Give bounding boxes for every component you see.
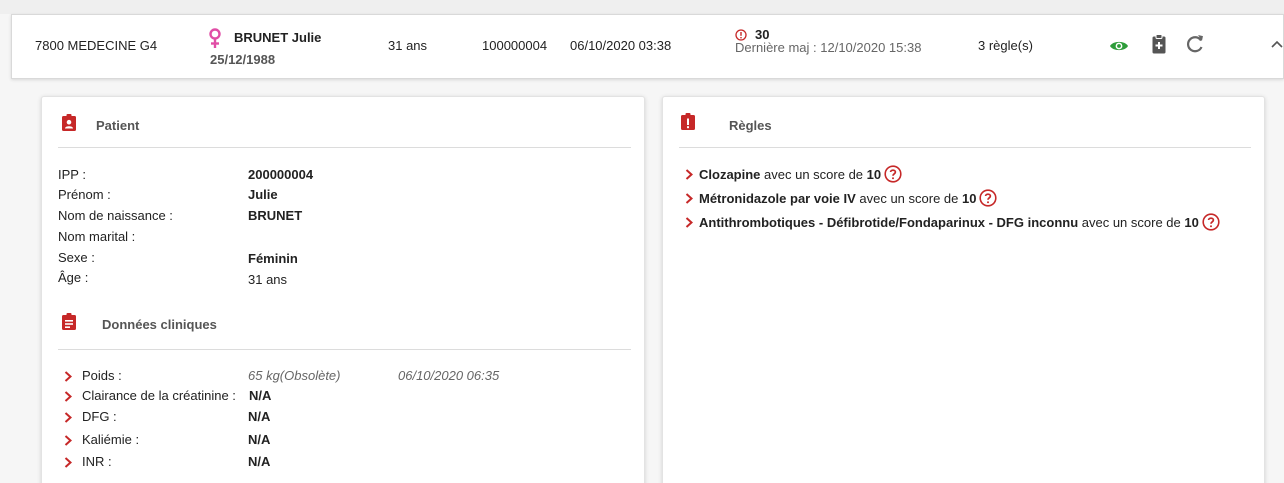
chevron-right-icon[interactable] [64, 412, 72, 423]
rule-score: 10 [866, 167, 882, 182]
refresh-icon[interactable] [1185, 34, 1205, 54]
clinical-row-creatinine[interactable]: Clairance de la créatinine : N/A [64, 388, 624, 404]
clinical-label: Clairance de la créatinine : [82, 388, 236, 403]
field-label: IPP : [58, 167, 86, 182]
rule-text: avec un score de [760, 167, 867, 182]
clipboard-medical-icon[interactable] [1152, 34, 1166, 54]
patient-header-row[interactable]: 7800 MEDECINE G4 BRUNET Julie 25/12/1988… [11, 14, 1284, 79]
clinical-row-weight[interactable]: Poids : 65 kg(Obsolète) 06/10/2020 06:35 [64, 368, 624, 384]
clinical-date: 06/10/2020 06:35 [398, 368, 500, 383]
rule-item[interactable]: Antithrombotiques - Défibrotide/Fondapar… [685, 213, 1220, 231]
rule-item[interactable]: Clozapine avec un score de 10 [685, 165, 902, 183]
rule-score: 10 [1184, 215, 1199, 230]
rules-section-title: Règles [729, 118, 772, 133]
clinical-value: 65 kg(Obsolète) [248, 368, 341, 383]
patient-dob: 25/12/1988 [210, 52, 276, 67]
field-label: Nom marital : [58, 229, 136, 244]
clinical-value: N/A [248, 409, 271, 424]
chevron-right-icon[interactable] [685, 217, 693, 228]
help-icon[interactable] [979, 189, 998, 207]
rule-name: Antithrombotiques - Défibrotide/Fondapar… [699, 215, 1079, 230]
chevron-right-icon[interactable] [64, 457, 72, 468]
age-value: 31 ans [248, 272, 288, 287]
field-label: Sexe : [58, 250, 95, 265]
patient-age: 31 ans [388, 38, 428, 53]
female-icon [209, 28, 221, 48]
rule-item[interactable]: Métronidazole par voie IV avec un score … [685, 189, 998, 207]
rule-score: 10 [962, 191, 977, 206]
rule-text: avec un score de [1078, 215, 1185, 230]
chevron-right-icon[interactable] [685, 193, 693, 204]
rule-name: Clozapine [699, 167, 761, 182]
divider [58, 349, 631, 350]
clinical-value: N/A [248, 432, 271, 447]
divider [679, 147, 1251, 148]
rules-count: 3 règle(s) [978, 38, 1033, 53]
patient-name: BRUNET Julie [234, 30, 322, 45]
chevron-right-icon[interactable] [64, 435, 72, 446]
clinical-section-title: Données cliniques [102, 317, 217, 332]
birthname-value: BRUNET [248, 208, 303, 223]
admission-date: 06/10/2020 03:38 [570, 38, 672, 53]
clinical-label: INR : [82, 454, 112, 469]
chevron-right-icon[interactable] [685, 169, 693, 180]
chevron-right-icon[interactable] [64, 371, 72, 382]
field-label: Nom de naissance : [58, 208, 173, 223]
unit-label: 7800 MEDECINE G4 [35, 38, 158, 53]
help-icon[interactable] [884, 165, 902, 183]
sex-value: Féminin [248, 251, 298, 266]
clipboard-alert-icon [681, 113, 695, 130]
clinical-label: Kaliémie : [82, 432, 140, 447]
clinical-label: DFG : [82, 409, 117, 424]
last-update: Dernière maj : 12/10/2020 15:38 [735, 40, 922, 55]
rule-text: avec un score de [855, 191, 962, 206]
clinical-value: N/A [248, 454, 271, 469]
patient-id-icon [62, 114, 76, 131]
clipboard-list-icon [62, 313, 76, 330]
ipp-value: 200000004 [248, 167, 314, 182]
top-strip [0, 0, 1284, 14]
clinical-row-dfg[interactable]: DFG : N/A [64, 409, 624, 425]
patient-section-title: Patient [96, 118, 140, 133]
eye-icon[interactable] [1109, 38, 1129, 54]
field-label: Prénom : [58, 187, 111, 202]
clinical-label: Poids : [82, 368, 122, 383]
patient-card: Patient IPP : 200000004 Prénom : Julie N… [41, 96, 645, 483]
rules-card: Règles Clozapine avec un score de 10 Mét… [662, 96, 1265, 483]
clinical-row-inr[interactable]: INR : N/A [64, 454, 624, 470]
stay-number: 100000004 [482, 38, 548, 53]
clinical-value: N/A [249, 388, 272, 403]
firstname-value: Julie [248, 187, 278, 202]
field-label: Âge : [58, 270, 89, 285]
rule-name: Métronidazole par voie IV [699, 191, 856, 206]
chevron-up-icon[interactable] [1270, 39, 1284, 49]
divider [58, 147, 631, 148]
help-icon[interactable] [1202, 213, 1220, 231]
chevron-right-icon[interactable] [64, 391, 72, 402]
clinical-row-kaliemie[interactable]: Kaliémie : N/A [64, 432, 624, 448]
